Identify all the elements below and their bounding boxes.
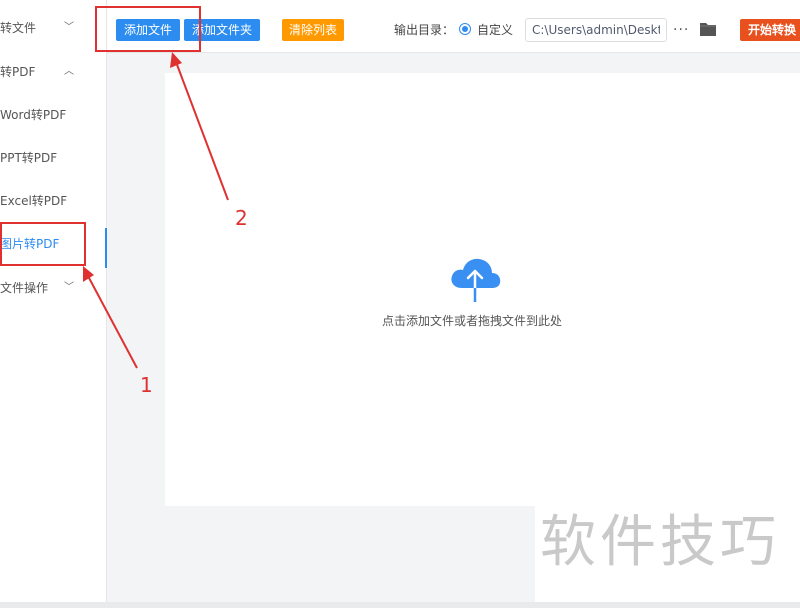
sidebar-item-convert-pdf[interactable]: 转PDF ︿ — [0, 50, 106, 94]
sidebar-item-label: 转文件 — [0, 21, 37, 35]
sidebar-item-excel-to-pdf[interactable]: Excel转PDF — [0, 179, 106, 223]
sidebar-item-ppt-to-pdf[interactable]: PPT转PDF — [0, 136, 106, 180]
annotation-number-2: 2 — [235, 206, 248, 230]
sidebar-item-label: 文件操作 — [0, 281, 49, 295]
sidebar-item-file-operations[interactable]: 文件操作 ﹀ — [0, 266, 106, 310]
custom-radio[interactable] — [459, 23, 471, 35]
chevron-down-icon: ﹀ — [64, 22, 74, 33]
clear-list-button[interactable]: 清除列表 — [282, 19, 344, 41]
annotation-number-1: 1 — [140, 373, 153, 397]
start-convert-button[interactable]: 开始转换 — [740, 19, 800, 41]
sidebar: 转文件 ﹀ 转PDF ︿ Word转PDF PPT转PDF Excel转PDF … — [0, 0, 107, 602]
watermark: 软件技巧 — [540, 510, 780, 575]
output-path-input[interactable] — [525, 18, 667, 42]
sidebar-item-convert-file[interactable]: 转文件 ﹀ — [0, 6, 106, 50]
sidebar-item-label: Excel转PDF — [0, 194, 68, 208]
custom-radio-label[interactable]: 自定义 — [477, 19, 513, 41]
sidebar-item-word-to-pdf[interactable]: Word转PDF — [0, 93, 106, 137]
upload-cloud-icon[interactable] — [448, 256, 502, 304]
annotation-box-image-to-pdf — [0, 222, 86, 266]
bottom-border — [0, 602, 800, 608]
folder-icon[interactable] — [699, 21, 717, 37]
toolbar: 添加文件 添加文件夹 清除列表 输出目录： 自定义 ··· 开始转换 — [107, 6, 800, 53]
more-icon[interactable]: ··· — [673, 19, 689, 41]
sidebar-item-label: PPT转PDF — [0, 151, 58, 165]
drop-zone-hint: 点击添加文件或者拖拽文件到此处 — [382, 314, 563, 328]
annotation-box-add-file — [95, 6, 201, 52]
output-dir-label: 输出目录： — [394, 23, 455, 37]
chevron-down-icon: ﹀ — [64, 282, 74, 293]
sidebar-item-label: 转PDF — [0, 65, 36, 79]
chevron-up-icon: ︿ — [64, 66, 74, 77]
sidebar-item-label: Word转PDF — [0, 108, 67, 122]
